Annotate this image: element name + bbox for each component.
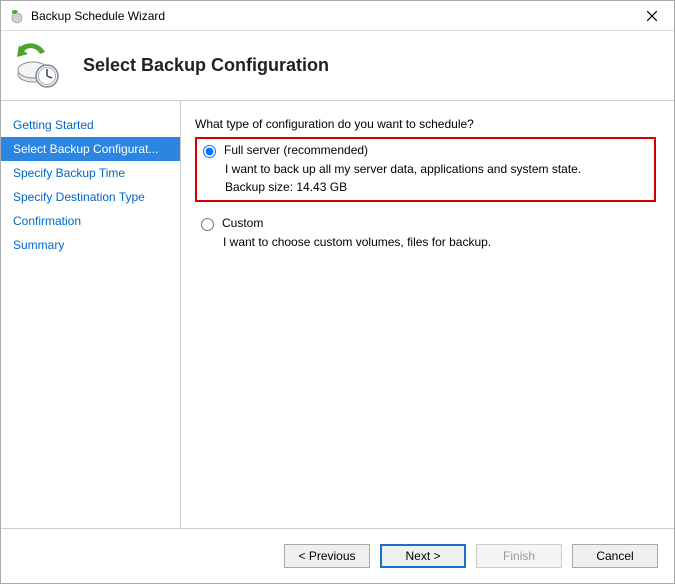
step-specify-destination-type[interactable]: Specify Destination Type [1,185,180,209]
wizard-content: What type of configuration do you want t… [181,101,674,528]
option-full-server-highlight: Full server (recommended) I want to back… [195,137,656,202]
option-full-server[interactable]: Full server (recommended) [203,143,648,158]
step-specify-backup-time[interactable]: Specify Backup Time [1,161,180,185]
step-select-backup-config[interactable]: Select Backup Configurat... [1,137,180,161]
step-confirmation[interactable]: Confirmation [1,209,180,233]
step-getting-started[interactable]: Getting Started [1,113,180,137]
wizard-footer: < Previous Next > Finish Cancel [1,529,674,583]
previous-button[interactable]: < Previous [284,544,370,568]
title-bar: Backup Schedule Wizard [1,1,674,31]
option-full-server-title: Full server (recommended) [224,143,368,157]
steps-sidebar: Getting Started Select Backup Configurat… [1,101,181,528]
option-custom-desc: I want to choose custom volumes, files f… [223,235,650,249]
wizard-body: Getting Started Select Backup Configurat… [1,101,674,529]
window-title: Backup Schedule Wizard [31,9,629,23]
option-custom-radio[interactable] [201,218,214,231]
option-custom-wrap: Custom I want to choose custom volumes, … [195,212,656,255]
option-custom-title: Custom [222,216,263,230]
next-button[interactable]: Next > [380,544,466,568]
option-full-server-desc: I want to back up all my server data, ap… [225,162,648,176]
step-summary[interactable]: Summary [1,233,180,257]
option-full-server-size: Backup size: 14.43 GB [225,180,648,194]
backup-wizard-icon [15,42,63,90]
wizard-app-icon [9,8,25,24]
option-full-server-radio[interactable] [203,145,216,158]
wizard-header: Select Backup Configuration [1,31,674,101]
finish-button: Finish [476,544,562,568]
cancel-button[interactable]: Cancel [572,544,658,568]
option-custom[interactable]: Custom [201,216,650,231]
page-heading: Select Backup Configuration [83,55,329,76]
config-question: What type of configuration do you want t… [195,117,656,131]
close-button[interactable] [629,1,674,31]
